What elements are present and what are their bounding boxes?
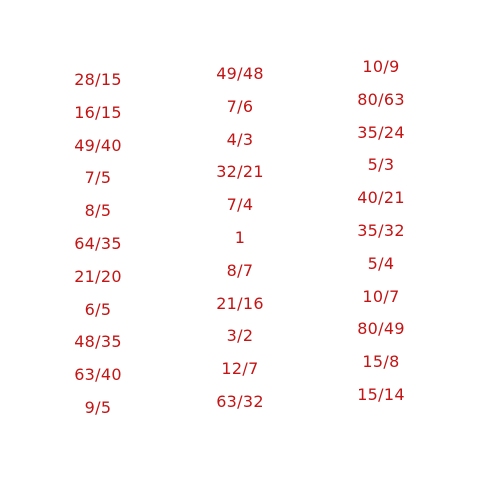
ratio-item: 6/5 bbox=[84, 299, 112, 319]
ratio-column-3: 10/9 80/63 35/24 5/3 40/21 35/32 5/4 10/… bbox=[331, 57, 431, 418]
ratio-item: 80/49 bbox=[357, 319, 405, 339]
ratio-item: 15/14 bbox=[357, 384, 405, 404]
ratio-item: 10/7 bbox=[362, 286, 400, 306]
ratio-column-1: 28/15 16/15 49/40 7/5 8/5 64/35 21/20 6/… bbox=[48, 70, 148, 431]
ratio-item: 48/35 bbox=[74, 332, 122, 352]
ratio-item: 4/3 bbox=[226, 129, 254, 149]
ratio-item: 16/15 bbox=[74, 102, 122, 122]
ratio-item: 1 bbox=[234, 227, 246, 247]
ratio-item: 21/16 bbox=[216, 293, 264, 313]
ratio-item: 7/6 bbox=[226, 96, 254, 116]
ratio-item: 7/4 bbox=[226, 195, 254, 215]
ratio-item: 10/9 bbox=[362, 57, 400, 76]
ratio-item: 5/4 bbox=[367, 253, 395, 273]
ratio-item: 49/48 bbox=[216, 64, 264, 83]
ratio-item: 64/35 bbox=[74, 233, 122, 253]
ratio-item: 28/15 bbox=[74, 70, 122, 89]
ratio-item: 5/3 bbox=[367, 155, 395, 175]
ratio-item: 32/21 bbox=[216, 162, 264, 182]
ratio-item: 3/2 bbox=[226, 326, 254, 346]
ratio-item: 63/40 bbox=[74, 365, 122, 385]
ratio-item: 12/7 bbox=[221, 359, 259, 379]
ratio-column-2: 49/48 7/6 4/3 32/21 7/4 1 8/7 21/16 3/2 … bbox=[190, 64, 290, 425]
ratio-item: 8/7 bbox=[226, 260, 254, 280]
ratio-item: 40/21 bbox=[357, 188, 405, 208]
ratio-item: 7/5 bbox=[84, 168, 112, 188]
ratio-item: 35/32 bbox=[357, 220, 405, 240]
ratio-item: 15/8 bbox=[362, 352, 400, 372]
ratio-item: 9/5 bbox=[84, 397, 112, 417]
ratio-item: 8/5 bbox=[84, 201, 112, 221]
ratio-item: 49/40 bbox=[74, 135, 122, 155]
ratio-item: 80/63 bbox=[357, 89, 405, 109]
ratio-item: 21/20 bbox=[74, 266, 122, 286]
ratio-item: 63/32 bbox=[216, 391, 264, 411]
ratio-item: 35/24 bbox=[357, 122, 405, 142]
